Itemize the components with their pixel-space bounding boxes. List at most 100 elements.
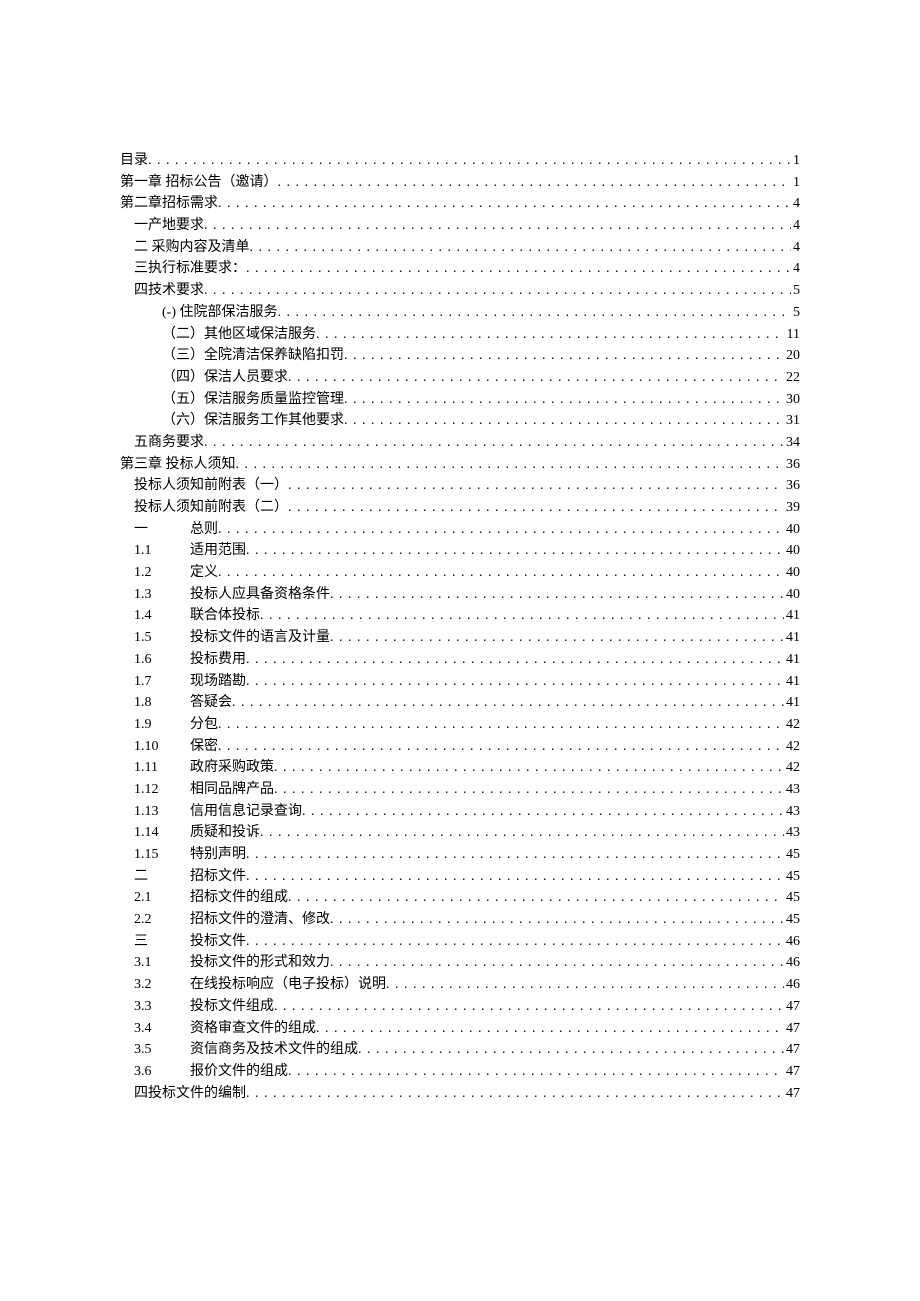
toc-page-number: 46 (784, 952, 800, 974)
toc-page-number: 39 (784, 497, 800, 519)
toc-entry: 三执行标准要求：4 (120, 258, 800, 280)
toc-entry: 投标人须知前附表（二） 39 (120, 497, 800, 519)
toc-leader-dots (260, 605, 784, 627)
toc-page-number: 4 (791, 237, 800, 259)
toc-leader-dots (246, 258, 791, 280)
toc-label: 第一章 招标公告（邀请） (120, 172, 278, 194)
toc-entry: 1.12相同品牌产品43 (120, 779, 800, 801)
toc-page-number: 42 (784, 757, 800, 779)
toc-page-number: 30 (784, 389, 800, 411)
toc-entry: 1.1适用范围40 (120, 540, 800, 562)
toc-label: 2.2招标文件的澄清、修改 (134, 909, 330, 931)
toc-entry: 1.3投标人应具备资格条件40 (120, 584, 800, 606)
toc-label: 一总则 (134, 519, 218, 541)
toc-title: 报价文件的组成 (190, 1064, 288, 1079)
toc-leader-dots (232, 692, 784, 714)
toc-entry: 二 采购内容及清单4 (120, 237, 800, 259)
toc-title: 适用范围 (190, 543, 246, 558)
toc-leader-dots (246, 866, 784, 888)
toc-entry: 1.5投标文件的语言及计量41 (120, 627, 800, 649)
toc-number: 1.13 (134, 801, 190, 823)
toc-label: (-) 住院部保洁服务 (162, 302, 278, 324)
toc-leader-dots (288, 367, 784, 389)
toc-label: （三）全院清洁保养缺陷扣罚 (162, 345, 344, 367)
toc-page-number: 4 (791, 193, 800, 215)
toc-title: 质疑和投诉 (190, 825, 260, 840)
toc-label: 1.1适用范围 (134, 540, 246, 562)
toc-label: 目录 (120, 150, 148, 172)
toc-page-number: 41 (784, 692, 800, 714)
toc-page-number: 1 (791, 172, 800, 194)
toc-entry: 3.6报价文件的组成47 (120, 1061, 800, 1083)
toc-label: 四技术要求 (134, 280, 204, 302)
toc-title: 投标文件 (190, 934, 246, 949)
toc-title: 保密 (190, 739, 218, 754)
toc-page-number: 42 (784, 736, 800, 758)
toc-title: 分包 (190, 717, 218, 732)
toc-page-number: 45 (784, 866, 800, 888)
toc-label: 1.11政府采购政策 (134, 757, 274, 779)
toc-entry: 1.14质疑和投诉43 (120, 822, 800, 844)
toc-entry: （五）保洁服务质量监控管理30 (120, 389, 800, 411)
toc-entry: 2.1招标文件的组成45 (120, 887, 800, 909)
toc-title: 联合体投标 (190, 608, 260, 623)
toc-label: （四）保洁人员要求 (162, 367, 288, 389)
toc-title: 总则 (190, 522, 218, 537)
toc-entry: （二）其他区域保洁服务11 (120, 324, 800, 346)
toc-title: 招标文件的组成 (190, 890, 288, 905)
toc-leader-dots (344, 345, 784, 367)
toc-leader-dots (274, 996, 784, 1018)
toc-entry: 第一章 招标公告（邀请） 1 (120, 172, 800, 194)
toc-number: 一 (134, 519, 190, 541)
toc-page-number: 20 (784, 345, 800, 367)
toc-entry: 3.2在线投标响应（电子投标）说明 46 (120, 974, 800, 996)
toc-number: 3.6 (134, 1061, 190, 1083)
toc-entry: 3.4资格审查文件的组成47 (120, 1018, 800, 1040)
toc-number: 1.11 (134, 757, 190, 779)
toc-entry: 一产地要求4 (120, 215, 800, 237)
toc-label: 3.2在线投标响应（电子投标）说明 (134, 974, 386, 996)
toc-label: 投标人须知前附表（一） (134, 475, 288, 497)
toc-page-number: 36 (784, 454, 800, 476)
toc-leader-dots (330, 584, 784, 606)
toc-label: 1.8答疑会 (134, 692, 232, 714)
toc-number: 1.4 (134, 605, 190, 627)
toc-label: 第三章 投标人须知 (120, 454, 236, 476)
toc-number: 1.9 (134, 714, 190, 736)
toc-label: 1.3投标人应具备资格条件 (134, 584, 330, 606)
toc-page-number: 11 (785, 324, 800, 346)
toc-leader-dots (246, 671, 784, 693)
toc-number: 1.15 (134, 844, 190, 866)
toc-page-number: 45 (784, 909, 800, 931)
toc-leader-dots (204, 215, 791, 237)
toc-entry: （四）保洁人员要求22 (120, 367, 800, 389)
toc-page-number: 42 (784, 714, 800, 736)
toc-page-number: 46 (784, 974, 800, 996)
toc-leader-dots (344, 389, 784, 411)
toc-entry: 第三章 投标人须知 36 (120, 454, 800, 476)
toc-label: 1.5投标文件的语言及计量 (134, 627, 330, 649)
toc-number: 2.2 (134, 909, 190, 931)
toc-entry: 1.10保密42 (120, 736, 800, 758)
toc-title: 招标文件 (190, 869, 246, 884)
toc-label: 3.6报价文件的组成 (134, 1061, 288, 1083)
toc-title: 投标人应具备资格条件 (190, 587, 330, 602)
toc-label: 3.3投标文件组成 (134, 996, 274, 1018)
toc-title: 投标文件的语言及计量 (190, 630, 330, 645)
toc-page-number: 43 (784, 822, 800, 844)
toc-label: 1.6投标费用 (134, 649, 246, 671)
toc-label: 1.15特别声明 (134, 844, 246, 866)
toc-leader-dots (246, 844, 784, 866)
toc-title: 投标费用 (190, 652, 246, 667)
toc-page-number: 43 (784, 779, 800, 801)
toc-label: 投标人须知前附表（二） (134, 497, 288, 519)
toc-leader-dots (316, 324, 785, 346)
toc-label: （六）保洁服务工作其他要求 (162, 410, 344, 432)
toc-leader-dots (260, 822, 784, 844)
toc-leader-dots (218, 736, 784, 758)
toc-entry: 1.15特别声明 45 (120, 844, 800, 866)
toc-page-number: 45 (784, 844, 800, 866)
toc-number: 1.2 (134, 562, 190, 584)
toc-number: 1.5 (134, 627, 190, 649)
toc-label: 3.1投标文件的形式和效力 (134, 952, 330, 974)
